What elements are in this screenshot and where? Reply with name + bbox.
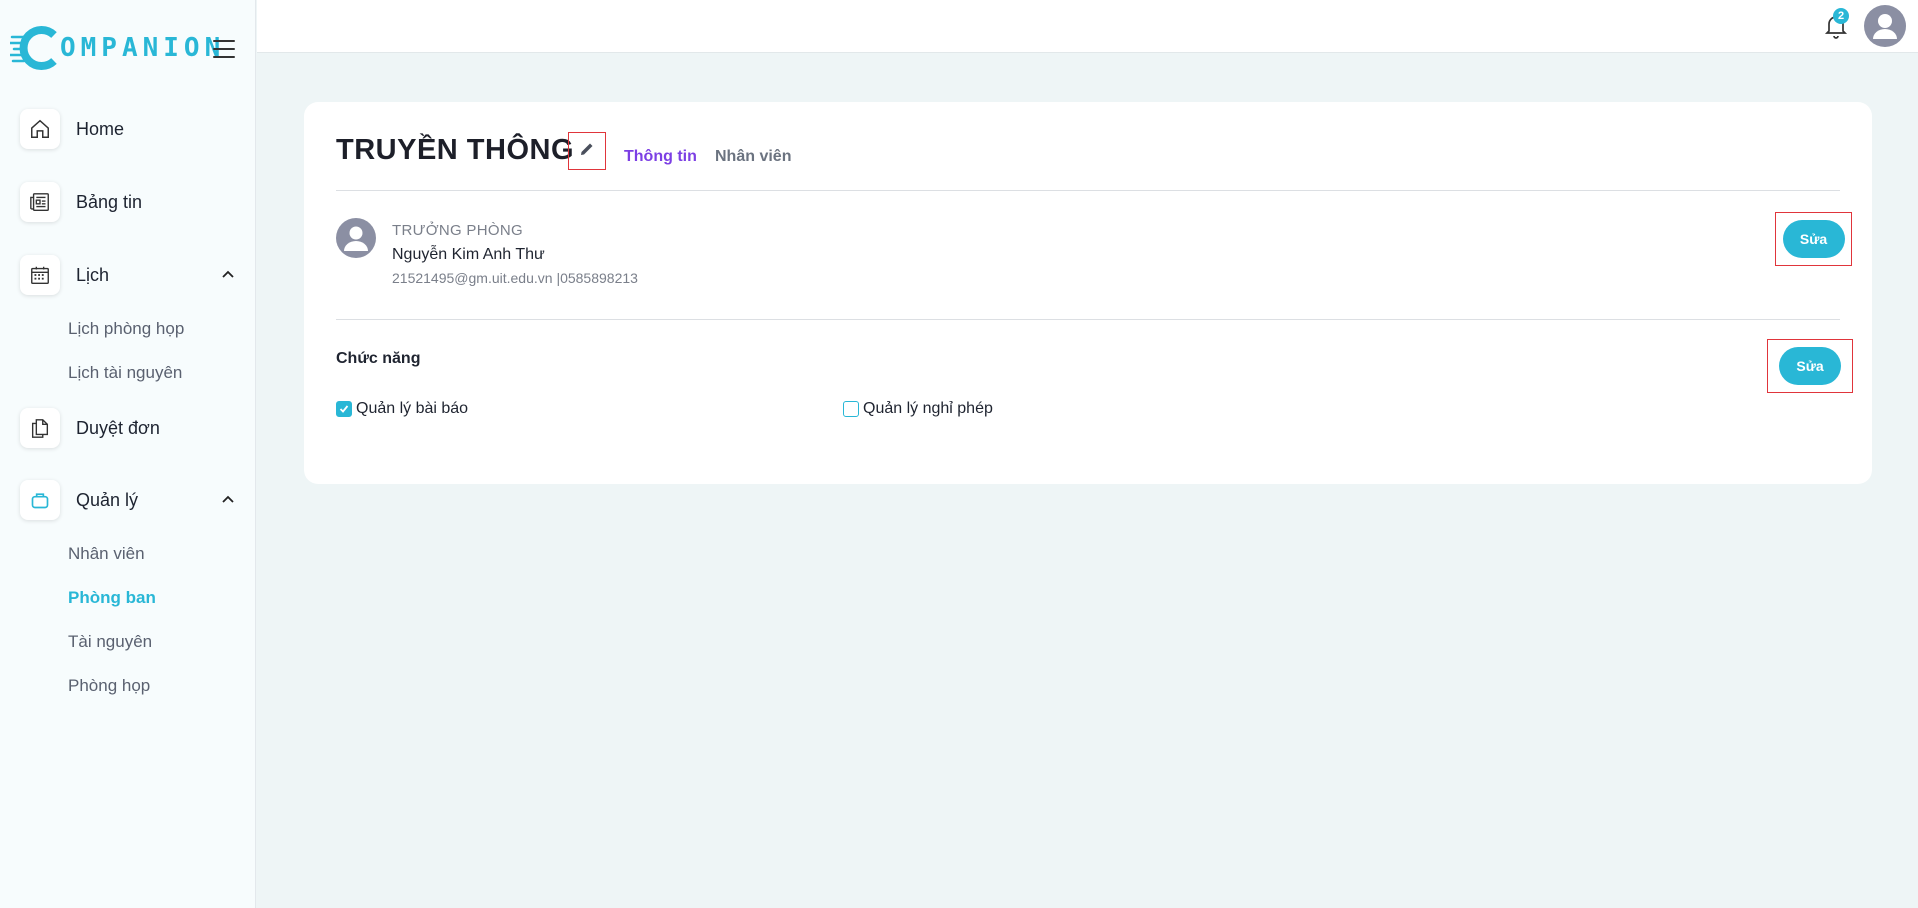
edit-functions-highlight: Sửa — [1767, 339, 1853, 393]
edit-title-button[interactable] — [568, 132, 606, 170]
sidebar-item-home[interactable]: Home — [20, 109, 240, 149]
notification-badge: 2 — [1833, 8, 1849, 24]
briefcase-icon — [20, 480, 60, 520]
sidebar-item-calendar[interactable]: Lịch — [20, 255, 240, 295]
tab-info[interactable]: Thông tin — [624, 148, 697, 166]
department-title: TRUYỀN THÔNG — [336, 134, 574, 166]
app-root: OMPANION Home Bảng tin Lịch Lịch phòng h… — [0, 0, 1918, 908]
sidebar-subitem-resources[interactable]: Tài nguyên — [68, 632, 152, 652]
pencil-icon — [579, 141, 595, 162]
brand-logo[interactable]: OMPANION — [10, 22, 225, 74]
sidebar-item-label: Bảng tin — [76, 191, 143, 212]
top-bar — [257, 0, 1918, 53]
brand-name: OMPANION — [60, 33, 226, 63]
sidebar-item-label: Quản lý — [76, 489, 139, 510]
calendar-icon — [20, 255, 60, 295]
chevron-up-icon[interactable] — [220, 492, 236, 513]
home-icon — [20, 109, 60, 149]
sidebar-item-label: Lịch — [76, 264, 110, 285]
permission-label: Quản lý bài báo — [356, 400, 469, 417]
sidebar-item-approvals[interactable]: Duyệt đơn — [20, 408, 240, 448]
documents-icon — [20, 408, 60, 448]
tab-employees[interactable]: Nhân viên — [715, 148, 791, 166]
department-head-name: Nguyễn Kim Anh Thư — [392, 246, 545, 263]
department-head-role: TRƯỞNG PHÒNG — [392, 222, 523, 239]
newspaper-icon — [20, 182, 60, 222]
user-avatar[interactable] — [1864, 5, 1906, 47]
sidebar-subitem-resource-calendar[interactable]: Lịch tài nguyên — [68, 363, 182, 383]
permission-article-management[interactable]: Quản lý bài báo — [336, 400, 468, 418]
companion-logo-icon: OMPANION — [10, 23, 225, 73]
divider — [336, 190, 1840, 191]
department-head-contact: 21521495@gm.uit.edu.vn |0585898213 — [392, 270, 638, 286]
sidebar-item-news[interactable]: Bảng tin — [20, 182, 240, 222]
permission-leave-management[interactable]: Quản lý nghỉ phép — [843, 400, 993, 418]
menu-toggle-icon[interactable] — [212, 38, 236, 60]
functions-title: Chức năng — [336, 350, 421, 367]
edit-head-highlight: Sửa — [1775, 212, 1852, 266]
sidebar-item-management[interactable]: Quản lý — [20, 480, 240, 520]
chevron-up-icon[interactable] — [220, 267, 236, 288]
sidebar-item-label: Duyệt đơn — [76, 417, 160, 438]
sidebar-item-label: Home — [76, 118, 125, 139]
department-card: TRUYỀN THÔNG Thông tin Nhân viên TRƯỞNG … — [304, 102, 1872, 484]
sidebar-subitem-departments[interactable]: Phòng ban — [68, 588, 156, 608]
edit-head-button[interactable]: Sửa — [1782, 220, 1845, 258]
department-head-avatar — [336, 218, 376, 258]
checkbox-checked[interactable] — [336, 401, 352, 417]
permission-label: Quản lý nghỉ phép — [863, 400, 993, 417]
sidebar: OMPANION Home Bảng tin Lịch Lịch phòng h… — [0, 0, 256, 908]
divider — [336, 319, 1840, 320]
sidebar-subitem-employees[interactable]: Nhân viên — [68, 544, 145, 564]
sidebar-subitem-meeting-rooms[interactable]: Phòng họp — [68, 676, 150, 696]
checkbox-unchecked[interactable] — [843, 401, 859, 417]
sidebar-subitem-meeting-calendar[interactable]: Lịch phòng họp — [68, 319, 184, 339]
edit-functions-button[interactable]: Sửa — [1779, 347, 1841, 385]
